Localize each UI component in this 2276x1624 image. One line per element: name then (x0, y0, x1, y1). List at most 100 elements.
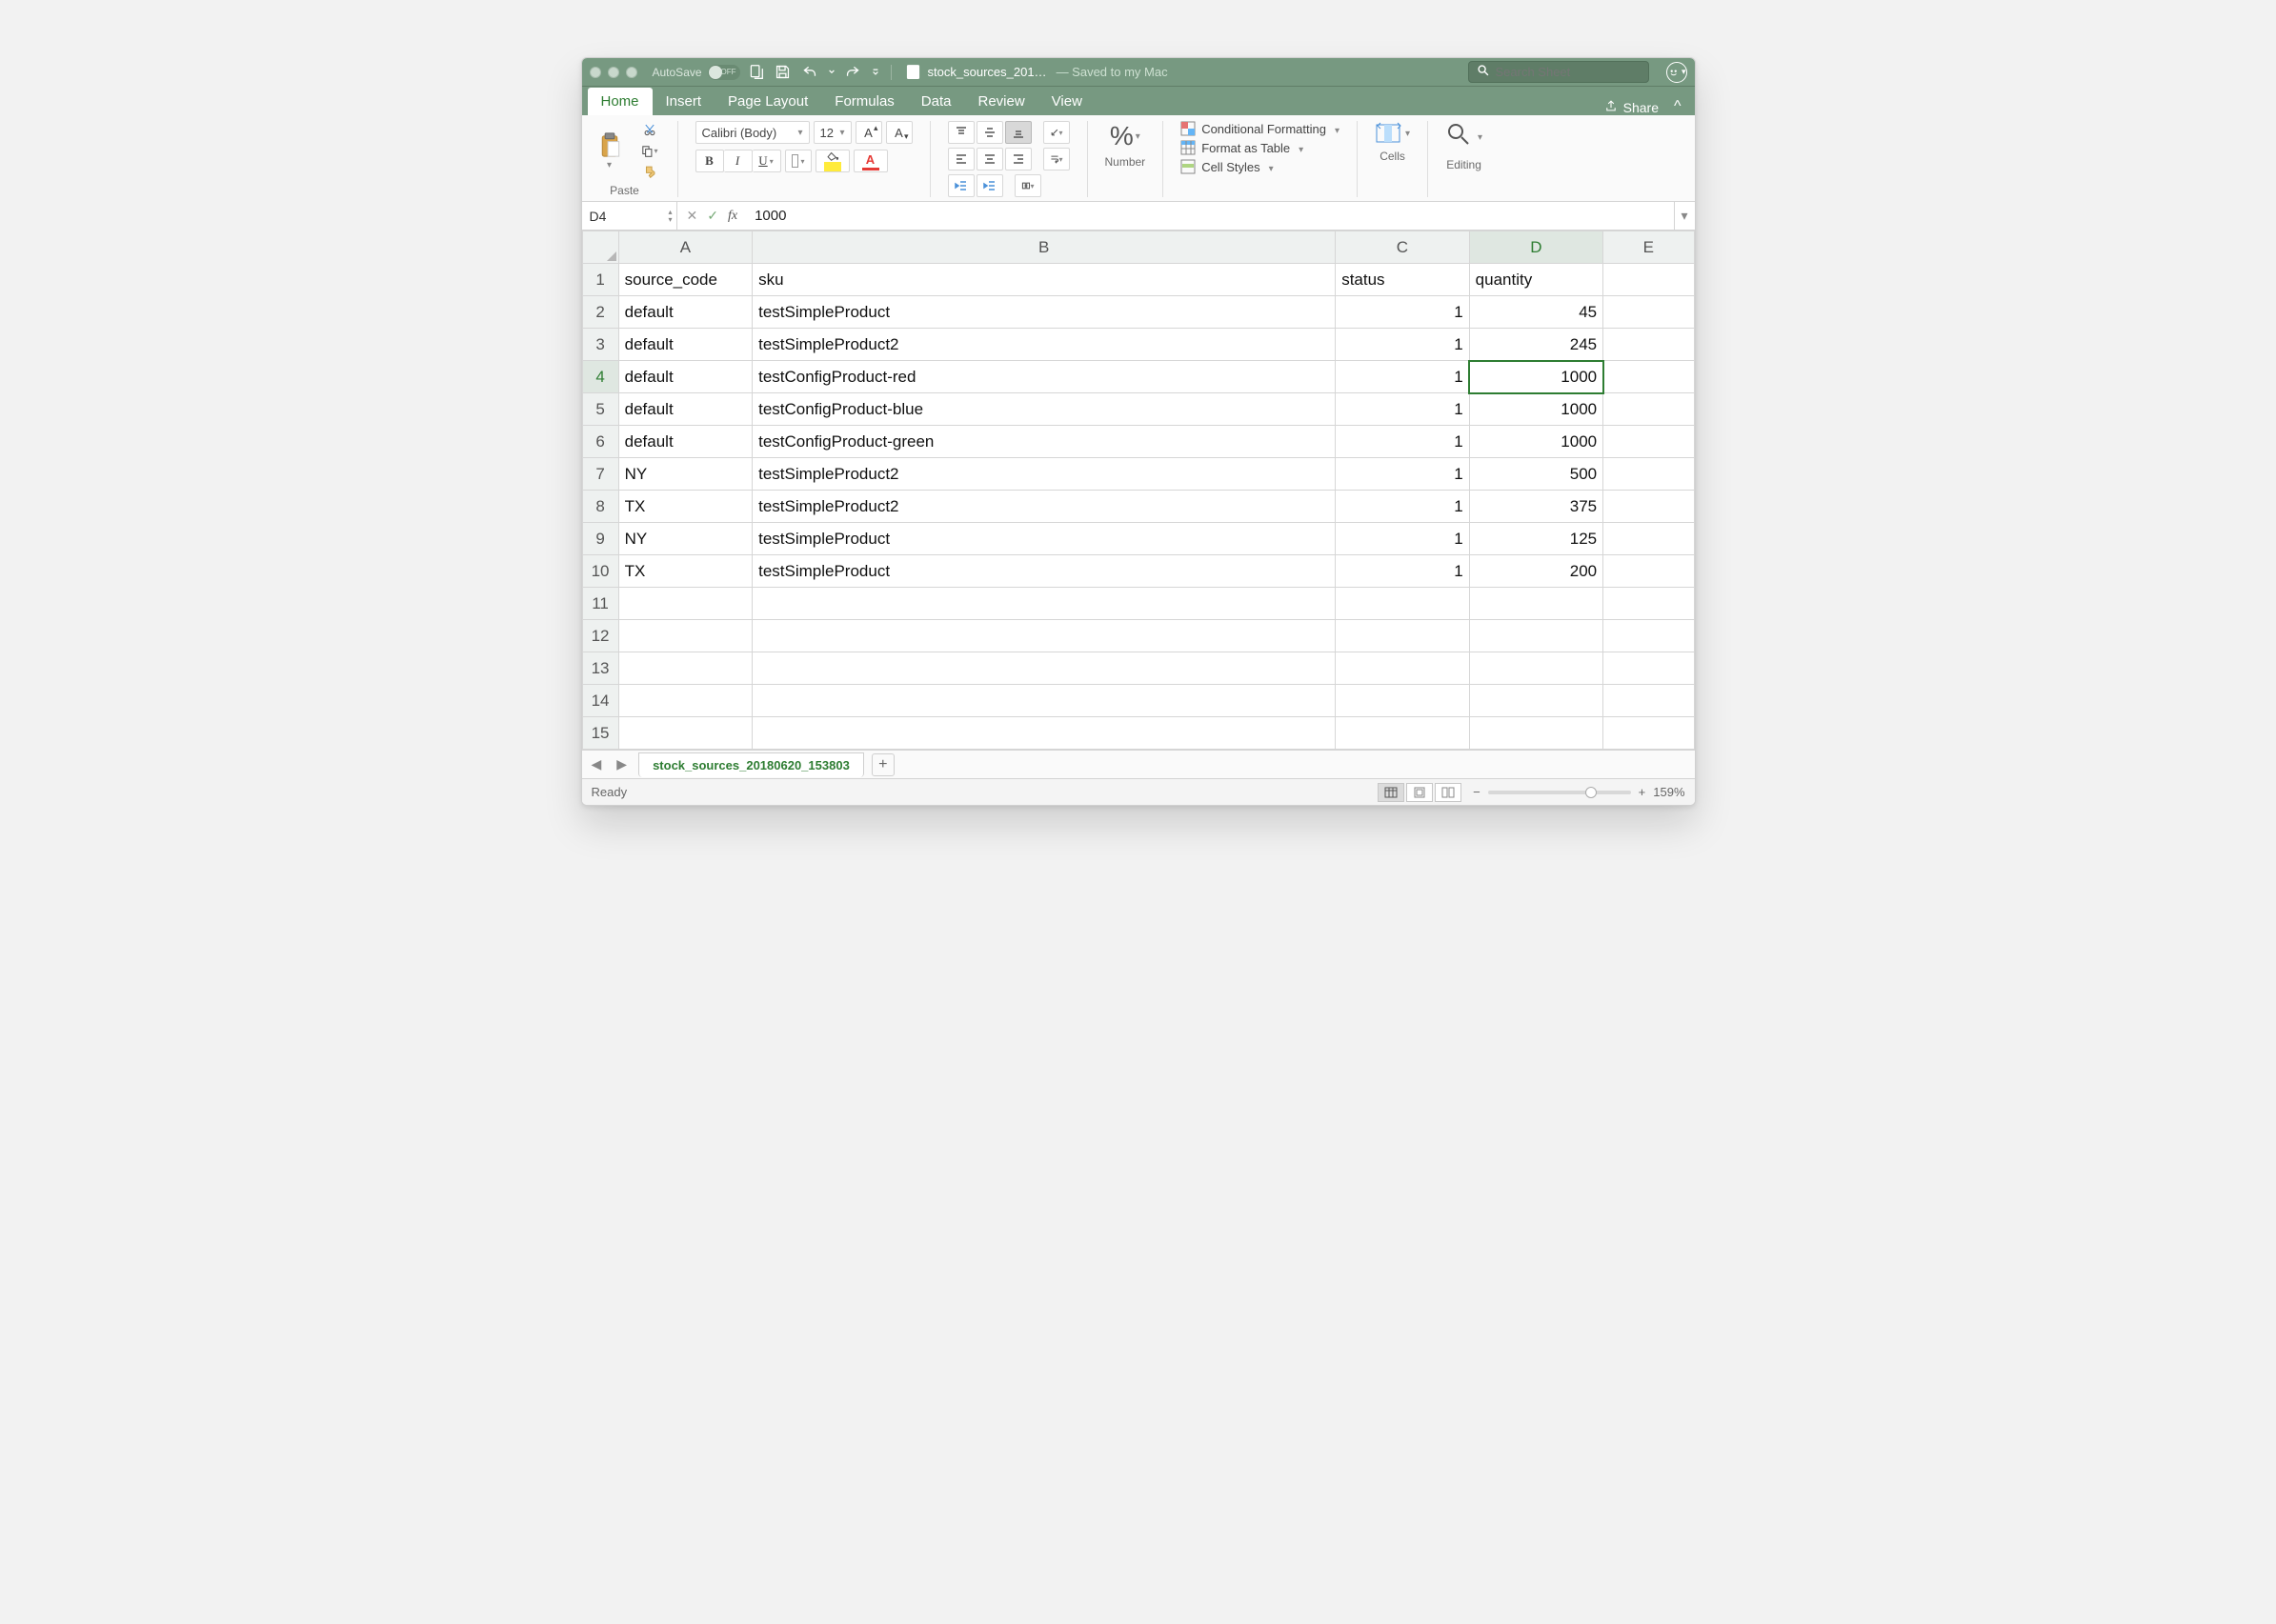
cell[interactable] (1603, 426, 1694, 458)
cell[interactable] (1336, 588, 1469, 620)
zoom-window-button[interactable] (626, 67, 637, 78)
cell[interactable] (618, 588, 752, 620)
page-layout-view-icon[interactable] (1406, 783, 1433, 802)
column-header[interactable]: C (1336, 231, 1469, 264)
format-as-table-button[interactable]: Format as Table (1180, 140, 1303, 155)
border-button[interactable]: ▾ (785, 150, 812, 172)
cell[interactable]: testSimpleProduct (753, 523, 1336, 555)
add-sheet-button[interactable]: + (872, 753, 895, 776)
row-header[interactable]: 11 (582, 588, 618, 620)
sheet-nav-prev-icon[interactable]: ◀ (588, 756, 606, 772)
cell[interactable]: default (618, 296, 752, 329)
cell[interactable]: 1000 (1469, 426, 1602, 458)
cell[interactable] (1469, 685, 1602, 717)
row-header[interactable]: 12 (582, 620, 618, 652)
collapse-ribbon-icon[interactable]: ^ (1666, 98, 1689, 115)
align-right-icon[interactable] (1005, 148, 1032, 170)
cell[interactable]: testSimpleProduct2 (753, 491, 1336, 523)
cell[interactable] (1603, 329, 1694, 361)
sheet-tab[interactable]: stock_sources_20180620_153803 (638, 752, 864, 777)
wrap-text-icon[interactable]: ▾ (1043, 148, 1070, 170)
cell[interactable]: status (1336, 264, 1469, 296)
zoom-in-button[interactable]: + (1639, 785, 1646, 799)
select-all-corner[interactable] (582, 231, 618, 264)
qat-customize-icon[interactable] (872, 64, 879, 81)
column-header[interactable]: D (1469, 231, 1602, 264)
cell[interactable]: 125 (1469, 523, 1602, 555)
cell[interactable] (1603, 620, 1694, 652)
cell[interactable] (618, 685, 752, 717)
cell[interactable]: quantity (1469, 264, 1602, 296)
decrease-indent-icon[interactable] (948, 174, 975, 197)
undo-icon[interactable] (801, 64, 818, 81)
minimize-window-button[interactable] (608, 67, 619, 78)
cell[interactable]: default (618, 393, 752, 426)
percent-icon[interactable]: % (1110, 121, 1134, 151)
cell[interactable] (1469, 717, 1602, 750)
cell[interactable] (1603, 491, 1694, 523)
cell[interactable]: 245 (1469, 329, 1602, 361)
align-bottom-icon[interactable] (1005, 121, 1032, 144)
search-sheet[interactable] (1468, 61, 1649, 83)
cell[interactable] (1336, 685, 1469, 717)
cell[interactable] (1603, 393, 1694, 426)
row-header[interactable]: 10 (582, 555, 618, 588)
column-header[interactable]: B (753, 231, 1336, 264)
cell[interactable] (1469, 620, 1602, 652)
row-header[interactable]: 7 (582, 458, 618, 491)
tab-home[interactable]: Home (588, 88, 653, 115)
cell[interactable] (1603, 588, 1694, 620)
row-header[interactable]: 5 (582, 393, 618, 426)
decrease-font-icon[interactable]: A▾ (886, 121, 913, 144)
normal-view-icon[interactable] (1378, 783, 1404, 802)
cell[interactable]: 1 (1336, 523, 1469, 555)
share-button[interactable]: Share (1597, 99, 1666, 115)
conditional-formatting-button[interactable]: Conditional Formatting (1180, 121, 1339, 136)
cell[interactable] (1336, 620, 1469, 652)
row-header[interactable]: 8 (582, 491, 618, 523)
align-left-icon[interactable] (948, 148, 975, 170)
cell[interactable] (753, 652, 1336, 685)
font-color-button[interactable]: A (854, 150, 888, 172)
cell[interactable]: 1000 (1469, 361, 1602, 393)
cell[interactable] (1469, 652, 1602, 685)
cell[interactable]: testSimpleProduct2 (753, 458, 1336, 491)
align-center-icon[interactable] (977, 148, 1003, 170)
merge-center-icon[interactable]: ▾ (1015, 174, 1041, 197)
cell[interactable] (1603, 685, 1694, 717)
namebox-stepper-icon[interactable]: ▴▾ (668, 209, 672, 224)
cell[interactable]: TX (618, 491, 752, 523)
fill-color-button[interactable] (816, 150, 850, 172)
row-header[interactable]: 4 (582, 361, 618, 393)
zoom-out-button[interactable]: − (1473, 785, 1480, 799)
cell[interactable] (753, 588, 1336, 620)
row-header[interactable]: 15 (582, 717, 618, 750)
cell[interactable]: testConfigProduct-blue (753, 393, 1336, 426)
cell[interactable] (618, 652, 752, 685)
cell[interactable]: sku (753, 264, 1336, 296)
cell[interactable]: TX (618, 555, 752, 588)
cell[interactable]: 1 (1336, 491, 1469, 523)
cell[interactable]: 1 (1336, 329, 1469, 361)
cancel-formula-icon[interactable]: ✕ (687, 208, 698, 224)
cell[interactable] (1603, 523, 1694, 555)
name-box[interactable]: D4 ▴▾ (582, 202, 677, 230)
tab-insert[interactable]: Insert (653, 88, 715, 115)
save-icon[interactable] (775, 64, 792, 81)
cell[interactable]: 1 (1336, 555, 1469, 588)
autosave-switch[interactable]: OFF (708, 65, 740, 80)
align-top-icon[interactable] (948, 121, 975, 144)
cell[interactable]: testConfigProduct-green (753, 426, 1336, 458)
font-size-select[interactable]: 12▾ (814, 121, 852, 144)
increase-font-icon[interactable]: A▴ (856, 121, 882, 144)
cell[interactable] (1603, 555, 1694, 588)
new-file-icon[interactable] (748, 64, 765, 81)
font-family-select[interactable]: Calibri (Body)▾ (695, 121, 810, 144)
underline-button[interactable]: U▾ (753, 150, 781, 172)
row-header[interactable]: 3 (582, 329, 618, 361)
row-header[interactable]: 2 (582, 296, 618, 329)
row-header[interactable]: 9 (582, 523, 618, 555)
zoom-slider[interactable] (1488, 791, 1631, 794)
cell[interactable] (1469, 588, 1602, 620)
formula-input[interactable] (747, 208, 1673, 224)
